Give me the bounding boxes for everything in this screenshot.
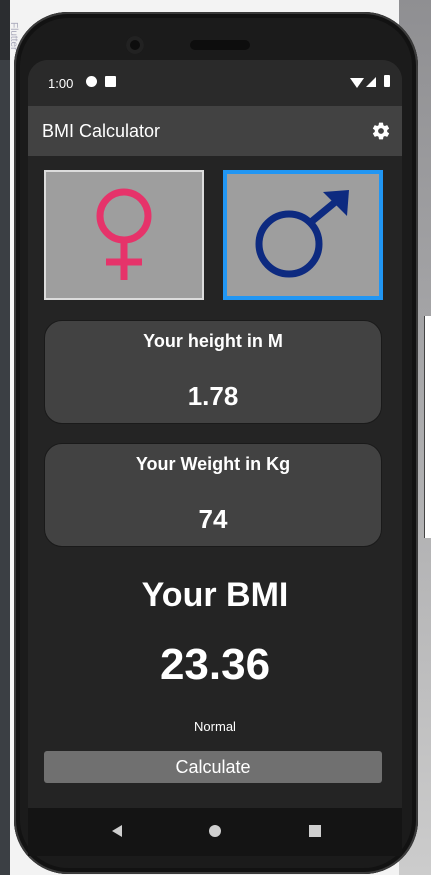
back-icon[interactable] — [112, 825, 122, 837]
app-title: BMI Calculator — [42, 121, 161, 141]
status-bar: 1:00 — [28, 60, 402, 106]
weight-card[interactable]: Your Weight in Kg 74 — [44, 443, 382, 547]
nav-bar — [28, 808, 402, 856]
male-symbol-icon — [255, 190, 349, 278]
bmi-status: Normal — [194, 719, 236, 734]
speaker — [190, 40, 250, 50]
recent-apps-icon[interactable] — [309, 825, 321, 837]
female-gender-card[interactable] — [44, 170, 204, 300]
calculate-button[interactable]: Calculate — [44, 751, 382, 783]
home-icon[interactable] — [209, 825, 221, 837]
sync-icon — [86, 76, 97, 87]
height-label: Your height in M — [143, 331, 283, 351]
desktop-window-edge — [424, 316, 431, 538]
weight-label: Your Weight in Kg — [135, 454, 291, 474]
gear-icon[interactable] — [371, 121, 391, 141]
phone-frame: 1:00 BMI Calculator Your height in M 1.7… — [14, 12, 418, 874]
sd-card-icon — [105, 76, 116, 87]
main-content: Your height in M 1.78 Your Weight in Kg … — [28, 156, 402, 856]
signal-icon — [366, 77, 376, 87]
male-gender-card[interactable] — [223, 170, 383, 300]
bmi-title: Your BMI — [141, 576, 289, 614]
camera — [126, 36, 144, 54]
bmi-value: 23.36 — [159, 640, 271, 689]
height-value: 1.78 — [187, 381, 239, 411]
ide-side-panel: Flutter — [0, 0, 19, 875]
height-card[interactable]: Your height in M 1.78 — [44, 320, 382, 424]
phone-screen: 1:00 BMI Calculator Your height in M 1.7… — [28, 60, 402, 856]
status-time: 1:00 — [48, 76, 74, 91]
wifi-icon — [350, 78, 364, 88]
battery-icon — [384, 75, 390, 87]
weight-value: 74 — [198, 504, 228, 534]
app-bar: BMI Calculator — [28, 106, 402, 156]
female-symbol-icon — [96, 188, 152, 280]
